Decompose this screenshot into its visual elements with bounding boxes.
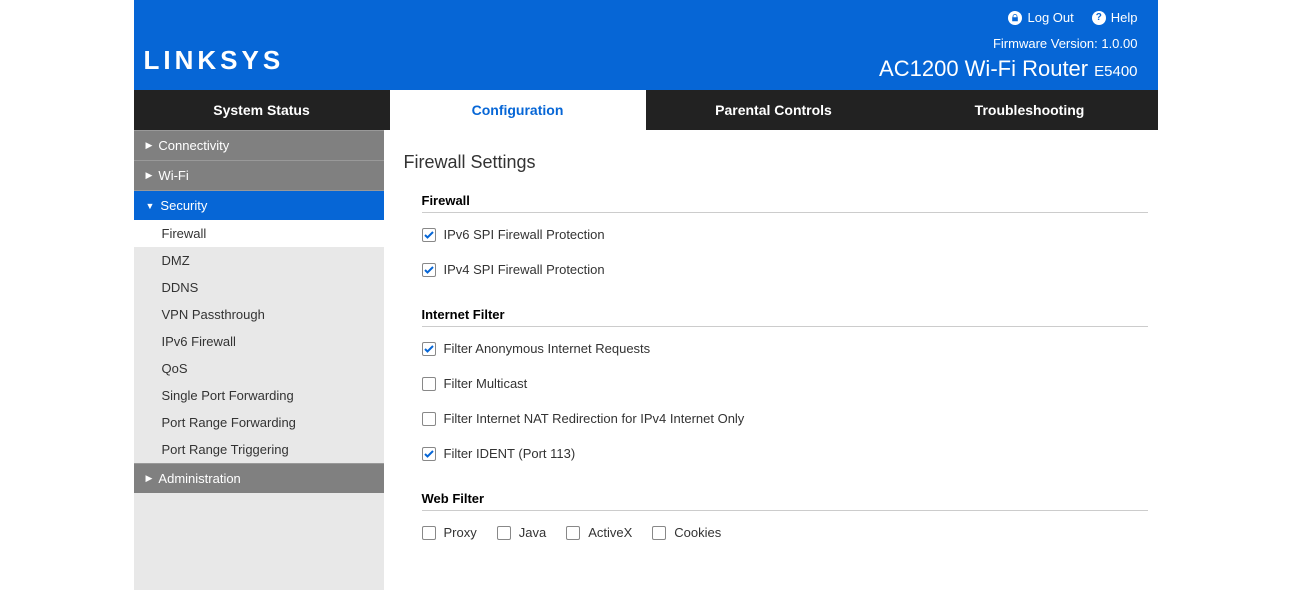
label-ipv4-spi: IPv4 SPI Firewall Protection	[444, 262, 605, 277]
checkbox-ipv6-spi[interactable]	[422, 228, 436, 242]
label-proxy: Proxy	[444, 525, 477, 540]
checkbox-ipv4-spi[interactable]	[422, 263, 436, 277]
caret-down-icon: ▼	[146, 201, 155, 211]
checkbox-activex[interactable]	[566, 526, 580, 540]
caret-right-icon: ▶	[146, 473, 153, 484]
help-icon: ?	[1092, 11, 1106, 25]
checkbox-filter-multicast[interactable]	[422, 377, 436, 391]
checkbox-proxy[interactable]	[422, 526, 436, 540]
label-activex: ActiveX	[588, 525, 632, 540]
sidebar-cat-wifi[interactable]: ▶ Wi-Fi	[134, 160, 384, 190]
firmware-version: Firmware Version: 1.0.00	[993, 36, 1138, 51]
section-web-filter: Web Filter Proxy Java ActiveX	[404, 491, 1148, 540]
sidebar-cat-security[interactable]: ▼ Security	[134, 190, 384, 220]
main-tabs: System Status Configuration Parental Con…	[134, 90, 1158, 130]
caret-right-icon: ▶	[146, 170, 153, 181]
tab-configuration[interactable]: Configuration	[390, 90, 646, 130]
label-cookies: Cookies	[674, 525, 721, 540]
tab-troubleshooting[interactable]: Troubleshooting	[902, 90, 1158, 130]
sidebar: ▶ Connectivity ▶ Wi-Fi ▼ Security Firewa…	[134, 130, 384, 590]
section-firewall-title: Firewall	[422, 193, 1148, 213]
checkbox-cookies[interactable]	[652, 526, 666, 540]
caret-right-icon: ▶	[146, 140, 153, 151]
sidebar-item-dmz[interactable]: DMZ	[134, 247, 384, 274]
section-internet-filter: Internet Filter Filter Anonymous Interne…	[404, 307, 1148, 461]
section-internet-filter-title: Internet Filter	[422, 307, 1148, 327]
sidebar-item-port-range-triggering[interactable]: Port Range Triggering	[134, 436, 384, 463]
content-area: Firewall Settings Firewall IPv6 SPI Fire…	[384, 130, 1158, 590]
label-ipv6-spi: IPv6 SPI Firewall Protection	[444, 227, 605, 242]
label-filter-multicast: Filter Multicast	[444, 376, 528, 391]
sidebar-item-ddns[interactable]: DDNS	[134, 274, 384, 301]
section-firewall: Firewall IPv6 SPI Firewall Protection IP…	[404, 193, 1148, 277]
header-bar: Log Out ? Help Firmware Version: 1.0.00 …	[134, 0, 1158, 90]
sidebar-item-firewall[interactable]: Firewall	[134, 220, 384, 247]
sidebar-cat-administration[interactable]: ▶ Administration	[134, 463, 384, 493]
page-title: Firewall Settings	[404, 152, 1148, 173]
logout-label: Log Out	[1027, 10, 1073, 25]
sidebar-item-port-range-forwarding[interactable]: Port Range Forwarding	[134, 409, 384, 436]
tab-system-status[interactable]: System Status	[134, 90, 390, 130]
help-label: Help	[1111, 10, 1138, 25]
sidebar-item-qos[interactable]: QoS	[134, 355, 384, 382]
tab-parental-controls[interactable]: Parental Controls	[646, 90, 902, 130]
sidebar-cat-connectivity[interactable]: ▶ Connectivity	[134, 130, 384, 160]
label-filter-anonymous: Filter Anonymous Internet Requests	[444, 341, 651, 356]
section-web-filter-title: Web Filter	[422, 491, 1148, 511]
checkbox-java[interactable]	[497, 526, 511, 540]
checkbox-filter-ident[interactable]	[422, 447, 436, 461]
logo: LINKSYS	[144, 45, 285, 76]
model-name: E5400	[1094, 63, 1137, 80]
checkbox-filter-anonymous[interactable]	[422, 342, 436, 356]
sidebar-item-ipv6-firewall[interactable]: IPv6 Firewall	[134, 328, 384, 355]
logout-link[interactable]: Log Out	[1008, 10, 1073, 25]
label-java: Java	[519, 525, 546, 540]
help-link[interactable]: ? Help	[1092, 10, 1138, 25]
sidebar-item-single-port-forwarding[interactable]: Single Port Forwarding	[134, 382, 384, 409]
lock-icon	[1008, 11, 1022, 25]
label-filter-ident: Filter IDENT (Port 113)	[444, 446, 576, 461]
label-filter-nat: Filter Internet NAT Redirection for IPv4…	[444, 411, 745, 426]
product-name: AC1200 Wi-Fi RouterE5400	[879, 56, 1137, 82]
checkbox-filter-nat[interactable]	[422, 412, 436, 426]
sidebar-item-vpn-passthrough[interactable]: VPN Passthrough	[134, 301, 384, 328]
